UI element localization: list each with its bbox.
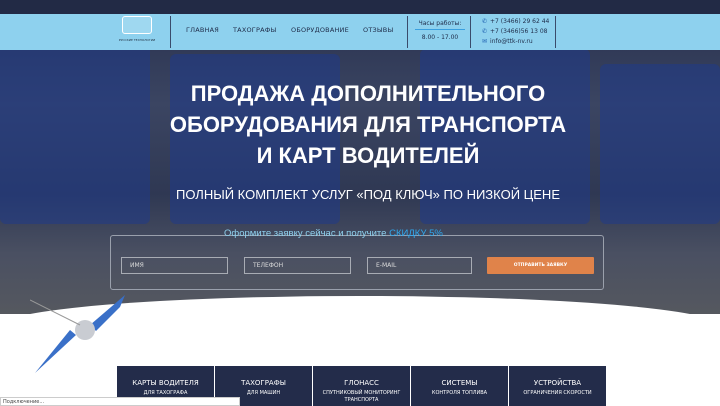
satellite-icon [30,295,125,373]
discount-text: СКИДКУ 5% [389,228,443,239]
card-glonass[interactable]: ГЛОНАСС СПУТНИКОВЫЙ МОНИТОРИНГ ТРАНСПОРТА [313,366,410,406]
hero-title: ПРОДАЖА ДОПОЛНИТЕЛЬНОГО ОБОРУДОВАНИЯ ДЛЯ … [169,81,567,168]
contacts: ✆ +7 (3466) 29 62 44 ✆ +7 (3466)56 13 08 ✉… [482,17,549,47]
email-link[interactable]: info@ttk-nv.ru [490,38,533,45]
nav-tachographs[interactable]: ТАХОГРАФЫ [233,26,276,34]
header: РУССКИЕ ТЕХНОЛОГИИ ГЛАВНАЯ ТАХОГРАФЫ ОБО… [0,14,720,50]
logo[interactable]: РУССКИЕ ТЕХНОЛОГИИ [114,16,160,46]
phone-icon: ✆ [482,18,488,25]
email-input[interactable]: E-MAIL [367,257,472,274]
hero-subtitle: ПОЛНЫЙ КОМПЛЕКТ УСЛУГ «ПОД КЛЮЧ» ПО НИЗК… [175,187,560,202]
phone-icon: ✆ [482,28,488,35]
browser-status-bar: Подключение... [0,397,240,406]
form-title: Оформите заявку сейчас и получите СКИДКУ… [224,228,443,239]
divider [407,16,408,48]
name-input[interactable]: ИМЯ [121,257,228,274]
phone-2[interactable]: +7 (3466)56 13 08 [490,28,547,35]
nav-reviews[interactable]: ОТЗЫВЫ [363,26,393,34]
phone-1[interactable]: +7 (3466) 29 62 44 [490,18,549,25]
card-fuel-systems[interactable]: СИСТЕМЫ КОНТРОЛЯ ТОПЛИВА [411,366,508,406]
nav-home[interactable]: ГЛАВНАЯ [186,26,219,34]
top-bar [0,0,720,14]
mail-icon: ✉ [482,38,488,45]
divider [555,16,556,48]
working-hours: Часы работы: 8.00 - 17.00 [415,20,465,41]
nav-equipment[interactable]: ОБОРУДОВАНИЕ [291,26,349,34]
divider [470,16,471,48]
phone-input[interactable]: ТЕЛЕФОН [244,257,351,274]
divider [170,16,171,48]
submit-button[interactable]: ОТПРАВИТЬ ЗАЯВКУ [487,257,594,274]
card-speed-limiters[interactable]: УСТРОЙСТВА ОГРАНИЧЕНИЯ СКОРОСТИ [509,366,606,406]
